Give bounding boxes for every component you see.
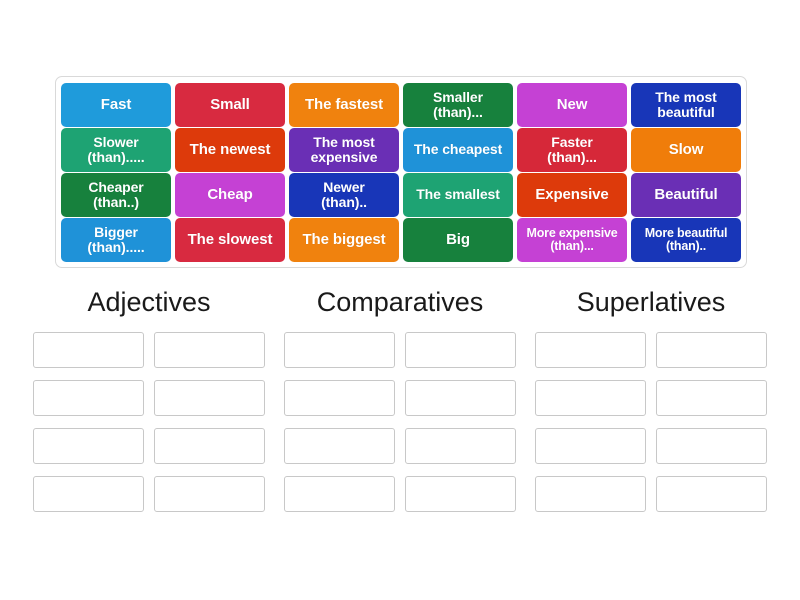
word-tile[interactable]: Expensive (517, 173, 627, 217)
drop-slot[interactable] (535, 379, 646, 416)
word-tile[interactable]: Newer (than).. (289, 173, 399, 217)
word-tile[interactable]: The most expensive (289, 128, 399, 172)
drop-slot[interactable] (154, 331, 265, 368)
category-columns: Adjectives Comparatives Superlatives (33, 287, 767, 512)
word-tile[interactable]: The biggest (289, 218, 399, 262)
word-tile[interactable]: New (517, 83, 627, 127)
drop-slot[interactable] (284, 331, 395, 368)
category-slot-grid (535, 331, 767, 512)
word-tile[interactable]: More beautiful (than).. (631, 218, 741, 262)
activity-page: Fast Small The fastest Smaller (than)... New T… (0, 0, 800, 600)
word-tile[interactable]: Smaller (than)... (403, 83, 513, 127)
word-tile[interactable]: Big (403, 218, 513, 262)
drop-slot[interactable] (284, 379, 395, 416)
word-bank-panel: Fast Small The fastest Smaller (than)... New T… (55, 76, 747, 268)
drop-slot[interactable] (656, 475, 767, 512)
drop-slot[interactable] (284, 427, 395, 464)
drop-slot[interactable] (656, 427, 767, 464)
category-title: Adjectives (87, 287, 211, 317)
drop-slot[interactable] (405, 475, 516, 512)
word-tile[interactable]: The slowest (175, 218, 285, 262)
drop-slot[interactable] (405, 379, 516, 416)
category-column: Superlatives (535, 287, 767, 512)
word-tile[interactable]: The most beautiful (631, 83, 741, 127)
word-tile[interactable]: The fastest (289, 83, 399, 127)
drop-slot[interactable] (154, 475, 265, 512)
drop-slot[interactable] (535, 475, 646, 512)
word-tile-grid: Fast Small The fastest Smaller (than)... New T… (61, 83, 741, 262)
drop-slot[interactable] (33, 475, 144, 512)
category-column: Adjectives (33, 287, 265, 512)
word-tile[interactable]: More expensive (than)... (517, 218, 627, 262)
drop-slot[interactable] (405, 331, 516, 368)
word-tile[interactable]: Cheap (175, 173, 285, 217)
drop-slot[interactable] (656, 379, 767, 416)
word-tile[interactable]: The newest (175, 128, 285, 172)
drop-slot[interactable] (535, 427, 646, 464)
drop-slot[interactable] (284, 475, 395, 512)
drop-slot[interactable] (33, 427, 144, 464)
word-tile[interactable]: Faster (than)... (517, 128, 627, 172)
word-tile[interactable]: Fast (61, 83, 171, 127)
category-slot-grid (284, 331, 516, 512)
drop-slot[interactable] (535, 331, 646, 368)
category-title: Comparatives (316, 287, 484, 317)
drop-slot[interactable] (405, 427, 516, 464)
category-column: Comparatives (284, 287, 516, 512)
word-tile[interactable]: Small (175, 83, 285, 127)
category-title: Superlatives (576, 287, 726, 317)
word-tile[interactable]: The cheapest (403, 128, 513, 172)
drop-slot[interactable] (656, 331, 767, 368)
drop-slot[interactable] (154, 379, 265, 416)
word-tile[interactable]: Bigger (than)..... (61, 218, 171, 262)
word-tile[interactable]: Beautiful (631, 173, 741, 217)
drop-slot[interactable] (154, 427, 265, 464)
word-tile[interactable]: Cheaper (than..) (61, 173, 171, 217)
drop-slot[interactable] (33, 379, 144, 416)
drop-slot[interactable] (33, 331, 144, 368)
word-tile[interactable]: Slow (631, 128, 741, 172)
category-slot-grid (33, 331, 265, 512)
word-tile[interactable]: The smallest (403, 173, 513, 217)
word-tile[interactable]: Slower (than)..... (61, 128, 171, 172)
